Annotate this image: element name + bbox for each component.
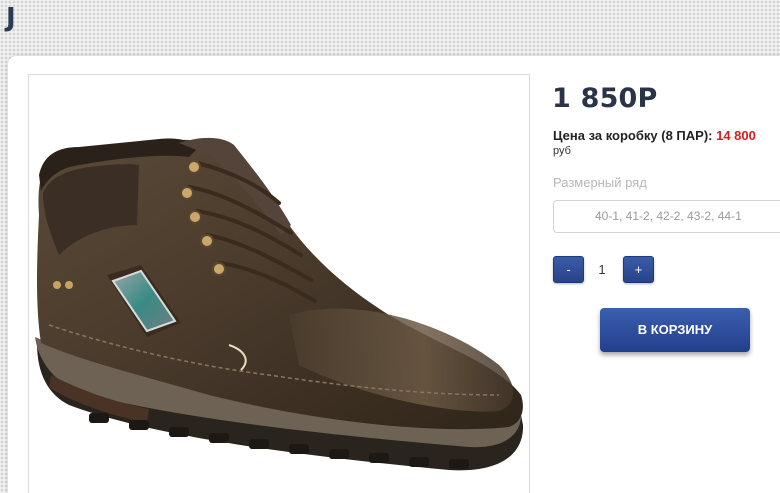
quantity-decrease-button[interactable]: - [553, 256, 584, 283]
quantity-input[interactable]: 1 [588, 256, 616, 283]
add-to-cart-button[interactable]: В КОРЗИНУ [600, 308, 750, 352]
box-price-value: 14 800 [716, 128, 756, 143]
size-range-label: Размерный ряд [553, 175, 647, 190]
page-title: J [6, 3, 16, 33]
currency-label: руб [553, 145, 571, 157]
product-card: 1 850Р Цена за коробку (8 ПАР): 14 800 р… [8, 56, 780, 493]
quantity-increase-button[interactable]: + [623, 256, 654, 283]
box-price-label: Цена за коробку (8 ПАР): [553, 128, 713, 143]
product-price: 1 850Р [552, 83, 658, 114]
product-image[interactable] [28, 74, 530, 493]
boot-image [35, 137, 524, 471]
size-range-select[interactable]: 40-1, 41-2, 42-2, 43-2, 44-1 [553, 200, 780, 233]
box-price-line: Цена за коробку (8 ПАР): 14 800 [553, 128, 756, 143]
